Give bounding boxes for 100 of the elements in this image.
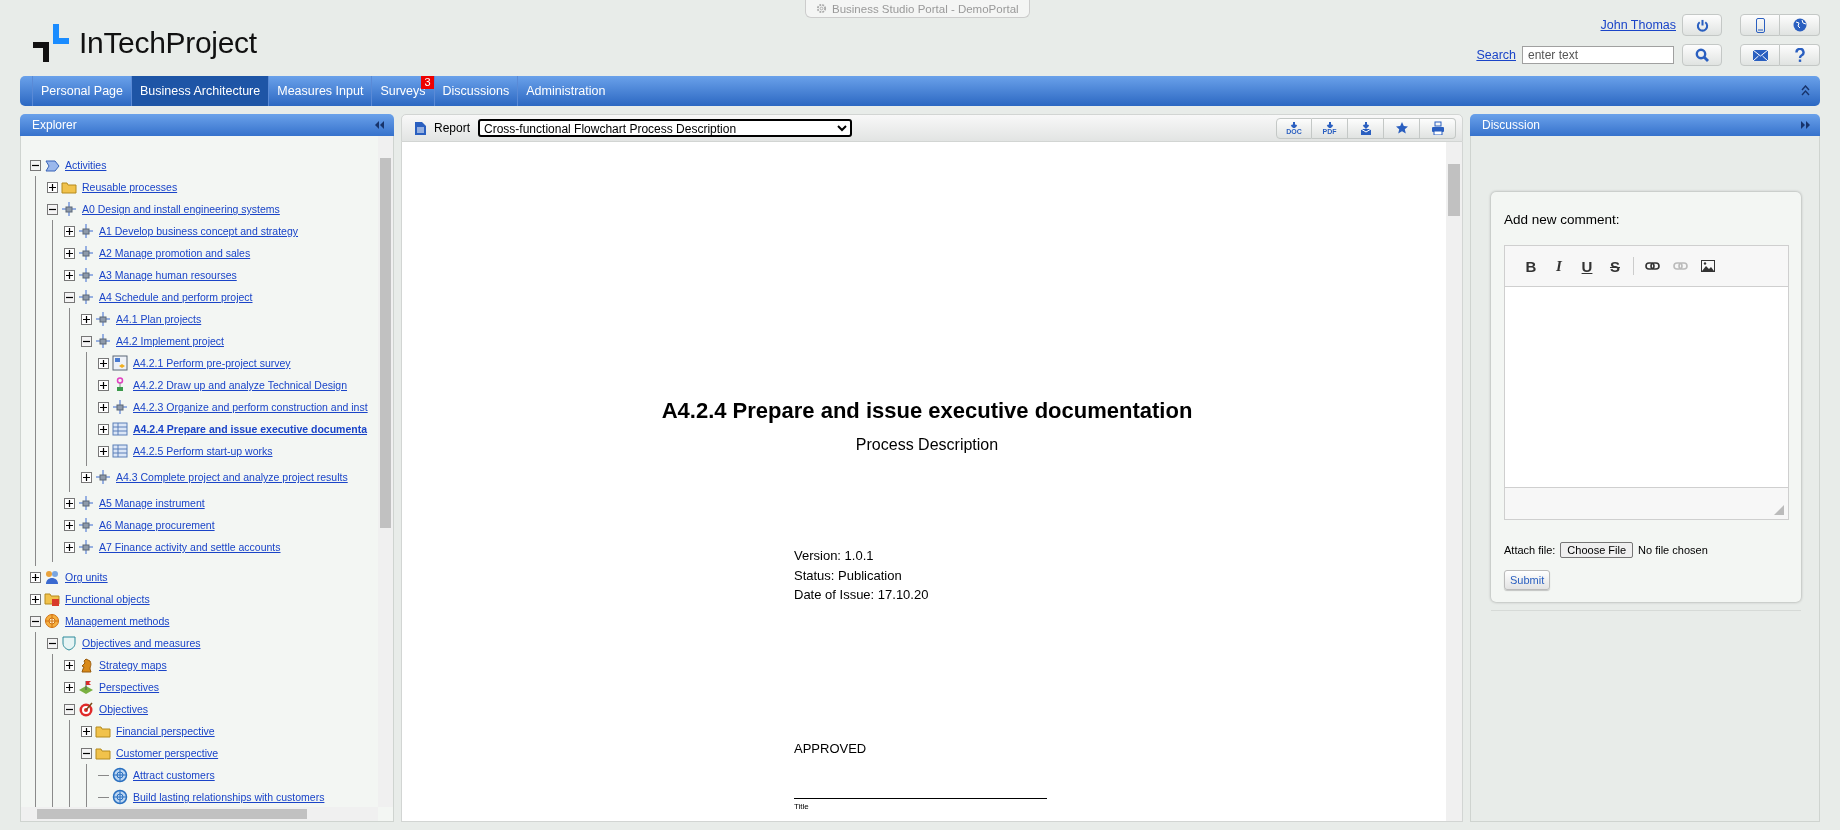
tree-link[interactable]: A6 Manage procurement [99, 519, 215, 531]
user-name-link[interactable]: John Thomas [1600, 18, 1676, 32]
table-icon [112, 421, 128, 437]
expand-toggle[interactable] [64, 659, 75, 671]
italic-button[interactable]: I [1547, 254, 1571, 278]
search-link[interactable]: Search [1476, 48, 1516, 62]
vertical-scrollbar[interactable] [1446, 142, 1462, 821]
tree-link[interactable]: Objectives and measures [82, 637, 201, 649]
expand-toggle[interactable] [81, 725, 92, 737]
search-button[interactable] [1682, 44, 1722, 66]
goal-icon [112, 789, 128, 805]
nav-tab[interactable]: Business Architecture [131, 76, 269, 106]
methods-icon [44, 613, 60, 629]
collapse-toggle[interactable] [47, 637, 58, 649]
expand-toggle[interactable] [81, 313, 92, 325]
tree-link[interactable]: Attract customers [133, 769, 215, 781]
tree-link[interactable]: A1 Develop business concept and strategy [99, 225, 299, 237]
expand-toggle[interactable] [47, 181, 58, 193]
tree-link[interactable]: A3 Manage human resourses [99, 269, 237, 281]
expand-toggle[interactable] [98, 357, 109, 369]
tree-link[interactable]: A7 Finance activity and settle accounts [99, 541, 281, 553]
tree-link[interactable]: A4.2.4 Prepare and issue executive documenta [133, 423, 368, 435]
nav-tab[interactable]: Discussions [433, 76, 518, 106]
mail-export-button[interactable] [1348, 117, 1384, 139]
expand-toggle[interactable] [64, 497, 75, 509]
collapse-toggle[interactable] [30, 159, 41, 171]
window-title: Business Studio Portal - DemoPortal [832, 2, 1019, 15]
tree-link[interactable]: A4.2.3 Organize and perform construction and inst [133, 401, 368, 413]
expand-toggle[interactable] [98, 445, 109, 457]
tree-link[interactable]: Org units [65, 571, 108, 583]
tree-link[interactable]: A5 Manage instrument [99, 497, 205, 509]
tree-link[interactable]: A4.2.1 Perform pre-project survey [133, 357, 291, 369]
tree-link[interactable]: A4.2.5 Perform start-up works [133, 445, 273, 457]
expand-toggle[interactable] [30, 571, 41, 583]
expand-right-icon[interactable] [1801, 121, 1810, 129]
tree-link[interactable]: A2 Manage promotion and sales [99, 247, 251, 259]
horizontal-scrollbar[interactable] [21, 807, 378, 821]
expand-toggle[interactable] [64, 225, 75, 237]
tree-link[interactable]: Activities [65, 159, 107, 171]
collapse-up-icon[interactable] [1801, 85, 1810, 96]
goal-icon [112, 767, 128, 783]
envelope-icon [1752, 49, 1768, 61]
expand-toggle[interactable] [64, 681, 75, 693]
underline-button[interactable]: U [1575, 254, 1599, 278]
expand-toggle[interactable] [64, 519, 75, 531]
expand-toggle[interactable] [64, 269, 75, 281]
tree-link[interactable]: Build lasting relationships with customers [133, 791, 325, 803]
bold-button[interactable]: B [1519, 254, 1543, 278]
expand-toggle[interactable] [30, 593, 41, 605]
tree-link[interactable]: Strategy maps [99, 659, 167, 671]
power-icon [1695, 18, 1709, 32]
search-field[interactable]: enter text [1522, 46, 1674, 64]
document-title: A4.2.4 Prepare and issue executive documentation [660, 398, 1194, 424]
language-button[interactable] [1780, 14, 1820, 36]
tree-link[interactable]: Financial perspective [116, 725, 215, 737]
collapse-toggle[interactable] [81, 335, 92, 347]
tree-link[interactable]: A4.3 Complete project and analyze project results [116, 471, 348, 483]
expand-toggle[interactable] [98, 423, 109, 435]
strike-button[interactable]: S [1603, 254, 1627, 278]
expand-toggle[interactable] [64, 541, 75, 553]
table-icon [112, 443, 128, 459]
star-export-button[interactable] [1384, 117, 1420, 139]
logout-button[interactable] [1682, 14, 1722, 36]
tree-link[interactable]: Objectives [99, 703, 149, 715]
tree-link[interactable]: A0 Design and install engineering systems [82, 203, 280, 215]
mail-button[interactable] [1740, 44, 1780, 66]
collapse-toggle[interactable] [30, 615, 41, 627]
tree-link[interactable]: Functional objects [65, 593, 150, 605]
submit-button[interactable]: Submit [1504, 570, 1551, 590]
expand-toggle[interactable] [64, 247, 75, 259]
tree-link[interactable]: Perspectives [99, 681, 160, 693]
resize-grip-icon[interactable] [1774, 505, 1784, 515]
nav-tab[interactable]: Administration [517, 76, 614, 106]
collapse-toggle[interactable] [81, 747, 92, 759]
folder-icon [95, 723, 111, 739]
comment-heading: Add new comment: [1504, 212, 1620, 227]
print-export-button[interactable] [1420, 117, 1456, 139]
tree-link[interactable]: Reusable processes [82, 181, 178, 193]
collapse-left-icon[interactable] [375, 121, 384, 129]
tree-link[interactable]: A4.1 Plan projects [116, 313, 202, 325]
comment-editor[interactable]: B I U S [1504, 245, 1789, 520]
nav-tab[interactable]: Measures Input [268, 76, 372, 106]
tree-link[interactable]: Customer perspective [116, 747, 219, 759]
attach-file-label: Attach file: [1504, 544, 1556, 556]
report-select[interactable]: Cross-functional Flowchart Process Description [478, 119, 853, 137]
collapse-toggle[interactable] [47, 203, 58, 215]
expand-toggle[interactable] [81, 471, 92, 483]
help-button[interactable] [1780, 44, 1820, 66]
mobile-button[interactable] [1740, 14, 1780, 36]
choose-file-button[interactable]: Choose File [1560, 542, 1634, 558]
expand-toggle[interactable] [98, 401, 109, 413]
tree-link[interactable]: A4.2.2 Draw up and analyze Technical Design [133, 379, 348, 391]
collapse-toggle[interactable] [64, 291, 75, 303]
vertical-scrollbar[interactable] [378, 136, 393, 807]
tree-link[interactable]: A4 Schedule and perform project [99, 291, 253, 303]
collapse-toggle[interactable] [64, 703, 75, 715]
tree-link[interactable]: Management methods [65, 615, 170, 627]
expand-toggle[interactable] [98, 379, 109, 391]
phone-icon [1755, 17, 1765, 33]
tree-link[interactable]: A4.2 Implement project [116, 335, 224, 347]
